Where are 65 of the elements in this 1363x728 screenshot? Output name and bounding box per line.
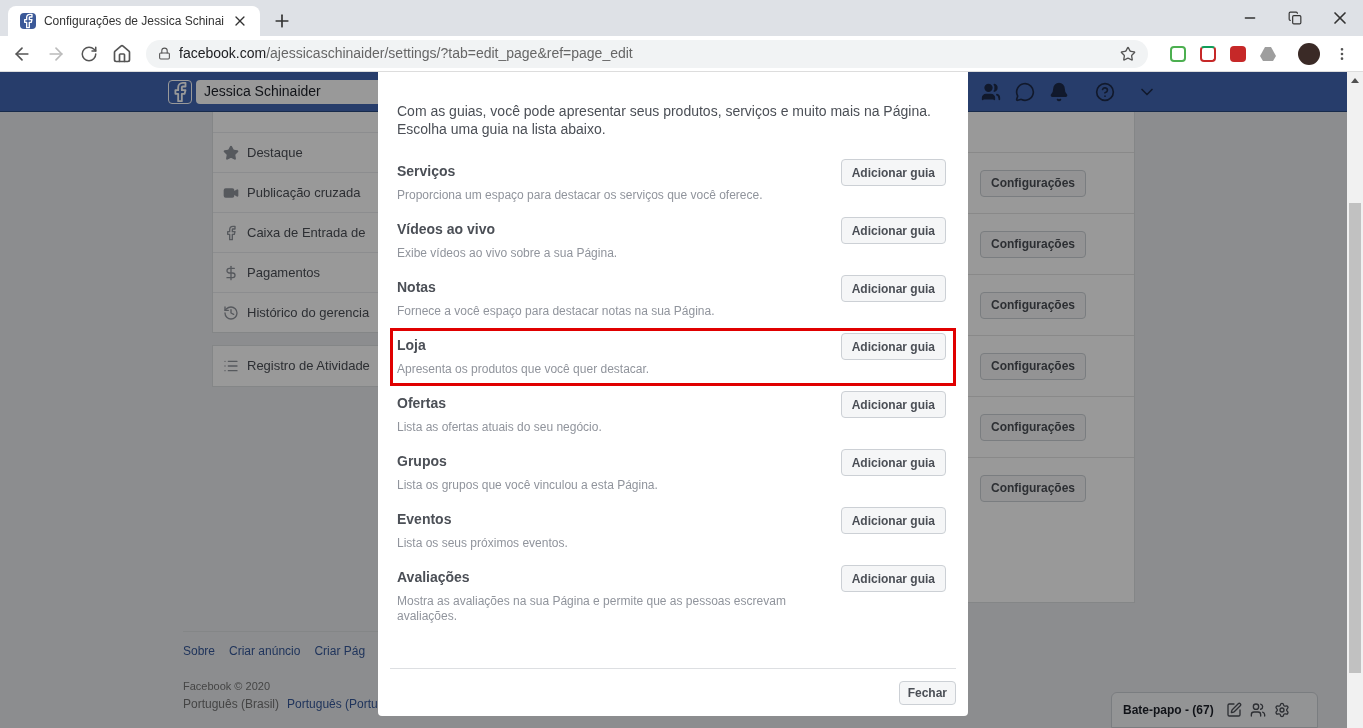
tab-description: Fornece a você espaço para destacar notas na sua Página. [397, 304, 716, 319]
tab-description: Mostra as avaliações na sua Página e permite que as pessoas escrevam avaliações. [397, 594, 787, 624]
add-tab-button[interactable]: Adicionar guia [840, 391, 946, 418]
add-tab-button[interactable]: Adicionar guia [840, 565, 946, 592]
f-logo-icon [20, 13, 36, 29]
tab-description: Lista as ofertas atuais do seu negócio. [397, 420, 603, 435]
f-logo-icon[interactable] [168, 79, 192, 104]
current-language: Português (Brasil) [183, 695, 280, 713]
address-bar[interactable]: facebook.com/ajessicaschinaider/settings/?tab=edit_page&ref=page_edit [146, 39, 1148, 68]
settings-button[interactable]: Configurações [980, 230, 1086, 258]
reload-icon[interactable] [80, 44, 98, 63]
tab-title: Vídeos ao vivo [397, 220, 497, 239]
settings-icon[interactable] [1273, 702, 1290, 718]
chat-bar[interactable]: Bate-papo - (67) [1111, 692, 1318, 728]
close-button[interactable]: Fechar [898, 680, 956, 705]
footer-link[interactable]: Criar anúncio [229, 642, 301, 660]
history-icon [223, 304, 239, 321]
tab-description: Exibe vídeos ao vivo sobre a sua Página. [397, 246, 619, 261]
scrollbar-thumb[interactable] [1349, 203, 1361, 673]
home-icon[interactable] [112, 43, 132, 64]
settings-button[interactable]: Configurações [980, 413, 1086, 441]
restore-icon[interactable] [1288, 11, 1302, 25]
browser-tab[interactable]: Configurações de Jessica Schinai [8, 6, 260, 36]
sidebar-item[interactable]: Registro de Atividade [212, 345, 380, 387]
footer-link[interactable]: Sobre [183, 642, 216, 660]
tab-description: Apresenta os produtos que você quer destacar. [397, 362, 651, 377]
add-tab-button[interactable]: Adicionar guia [840, 217, 946, 244]
settings-button[interactable]: Configurações [980, 291, 1086, 319]
tab-description: Lista os seus próximos eventos. [397, 536, 569, 551]
extension-icon[interactable] [1200, 45, 1216, 62]
intro-text: Com as guias, você pode apresentar seus produtos, serviços e muito mais na Página. Escolha uma guia na lista abaixo. [396, 102, 932, 138]
bookmark-star-icon[interactable] [1120, 45, 1136, 62]
tab-title: Grupos [397, 452, 448, 471]
tab-description: Lista os grupos que você vinculou a esta Página. [397, 478, 659, 493]
extension-icon[interactable] [1170, 45, 1186, 62]
scroll-up-icon[interactable] [1351, 78, 1359, 83]
lock-icon [158, 47, 171, 60]
settings-button[interactable]: Configurações [980, 474, 1086, 502]
star-icon [223, 144, 239, 161]
tab-description: Proporciona um espaço para destacar os serviços que você oferece. [397, 188, 764, 203]
url-text: facebook.com/ajessicaschinaider/settings/?tab=edit_page&ref=page_edit [179, 44, 634, 63]
tab-title: Configurações de Jessica Schinai [43, 13, 225, 30]
compose-icon[interactable] [1225, 702, 1242, 718]
tab-title: Avaliações [397, 568, 471, 587]
settings-button[interactable]: Configurações [980, 352, 1086, 380]
people-icon[interactable] [1249, 702, 1266, 718]
tab-title: Notas [397, 278, 437, 297]
add-tab-button[interactable]: Adicionar guia [840, 449, 946, 476]
tab-title: Loja [397, 336, 427, 355]
add-tab-button[interactable]: Adicionar guia [840, 507, 946, 534]
settings-button[interactable]: Configurações [980, 169, 1086, 197]
list-icon [223, 358, 239, 374]
add-tab-button[interactable]: Adicionar guia [840, 159, 946, 186]
chat-label: Bate-papo - (67) [1123, 702, 1214, 719]
footer-link[interactable]: Criar Pág [314, 642, 366, 660]
copyright-text: Facebook © 2020 [183, 679, 271, 694]
add-tab-button[interactable]: Adicionar guia [840, 275, 946, 302]
tab-title: Ofertas [397, 394, 448, 413]
avatar-icon[interactable] [1298, 42, 1320, 65]
tab-title: Serviços [397, 162, 457, 181]
search-value: Jessica Schinaider [204, 82, 321, 101]
tab-title: Eventos [397, 510, 453, 529]
language-link[interactable]: Português (Portu [287, 694, 378, 713]
add-tab-button[interactable]: Adicionar guia [840, 333, 946, 360]
dollar-icon [223, 264, 239, 281]
